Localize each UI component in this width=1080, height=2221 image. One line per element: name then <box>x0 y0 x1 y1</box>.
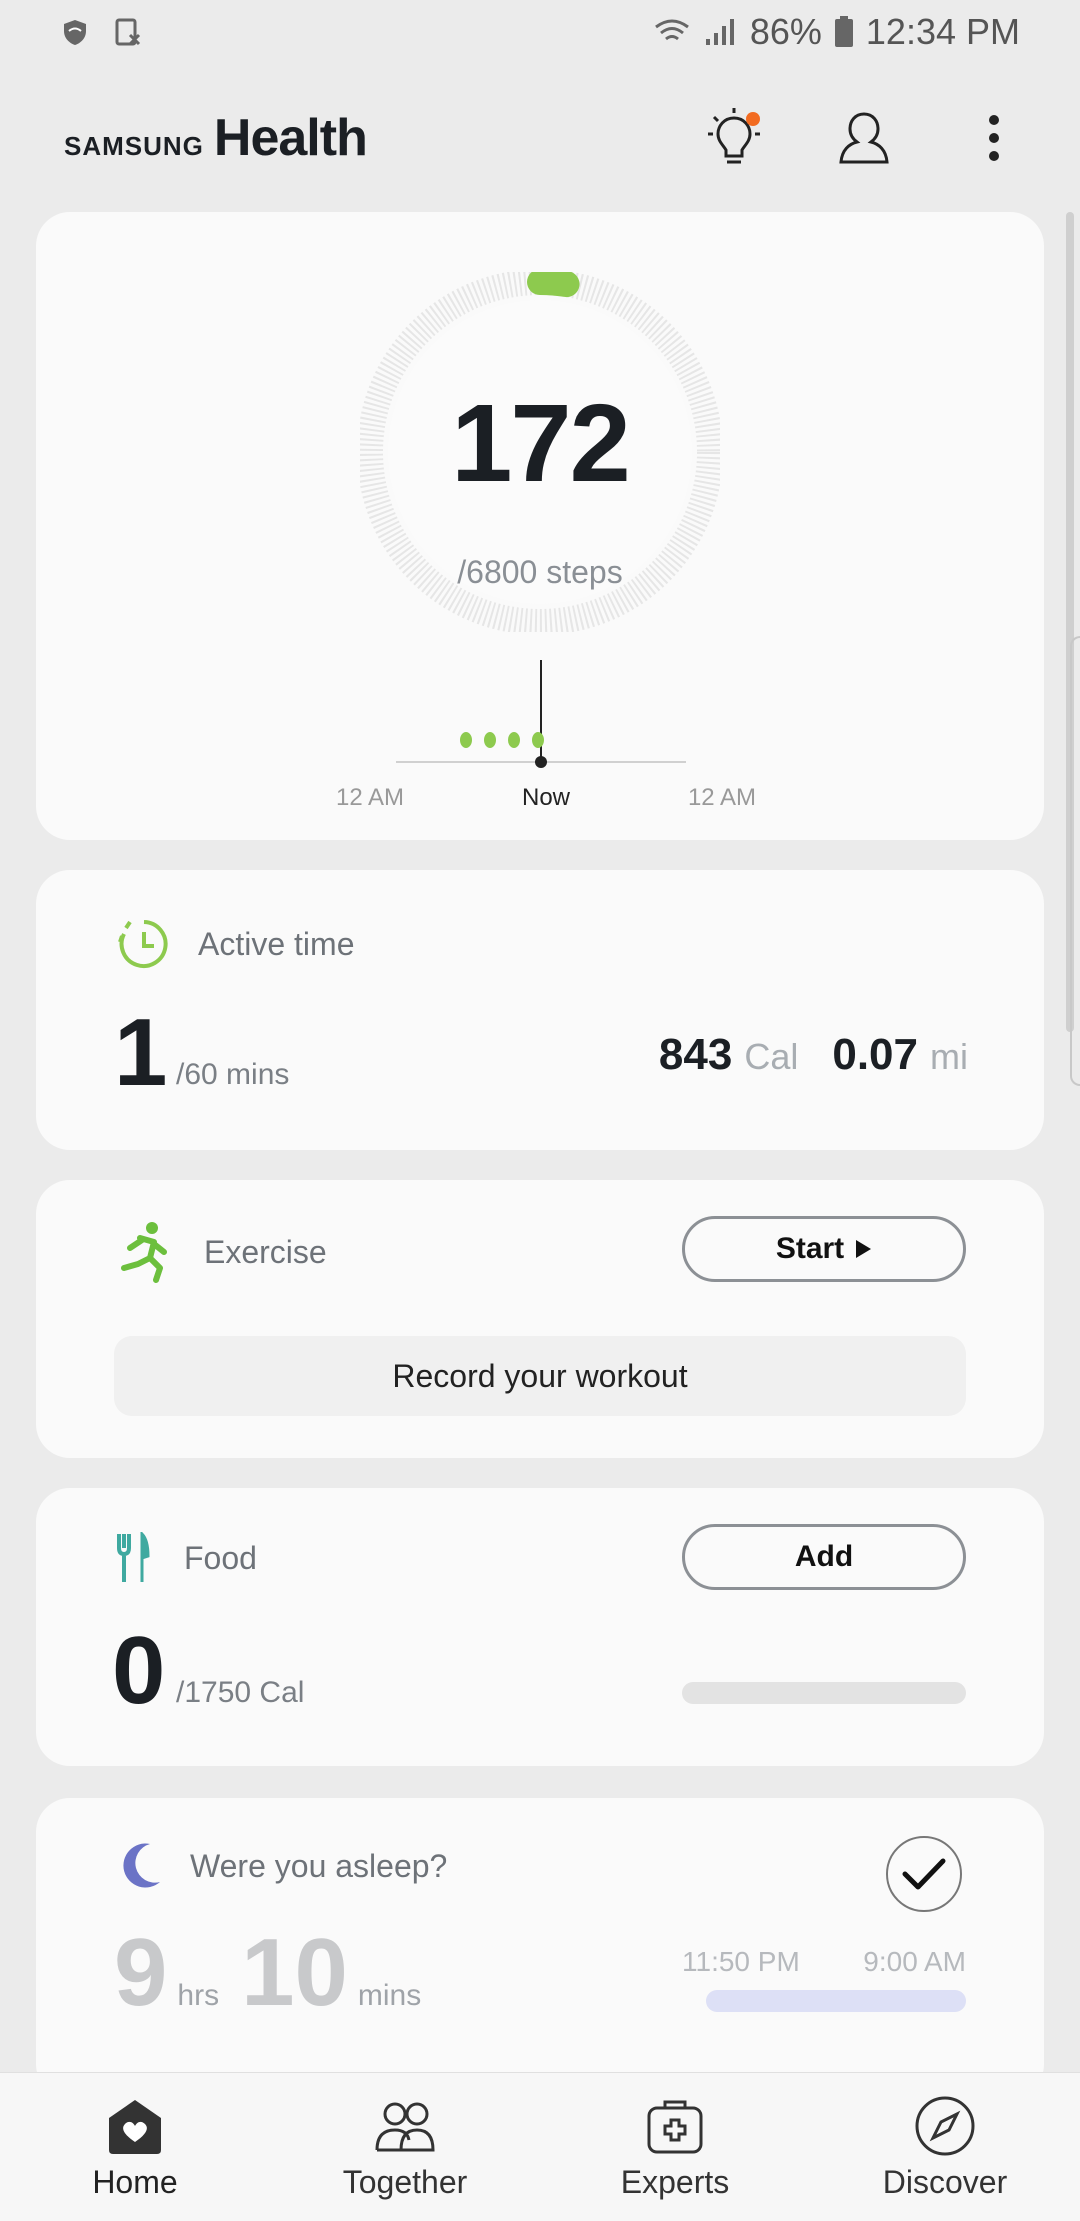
active-time-card[interactable]: Active time 1 /60 mins 843 Cal 0.07 mi <box>36 870 1044 1150</box>
tips-button[interactable] <box>704 108 764 168</box>
sleep-card[interactable]: Were you asleep? 9 hrs 10 mins 11:50 PM … <box>36 1798 1044 2098</box>
brand-health: Health <box>213 109 368 167</box>
nav-home[interactable]: Home <box>25 2094 245 2201</box>
home-heart-icon <box>109 2099 161 2154</box>
bottom-navigation: Home Together Experts Discover <box>0 2072 1080 2221</box>
sleep-header: Were you asleep? <box>116 1840 447 1892</box>
nav-discover[interactable]: Discover <box>835 2094 1055 2201</box>
calories-unit: Cal <box>744 1036 799 1077</box>
clock: 12:34 PM <box>865 11 1020 52</box>
battery-icon <box>834 16 853 47</box>
signal-icon <box>705 19 734 45</box>
sleep-times: 11:50 PM 9:00 AM <box>682 1946 966 1978</box>
active-time-value: 1 <box>114 999 168 1106</box>
nav-discover-label: Discover <box>882 2163 1008 2200</box>
add-food-button[interactable]: Add <box>682 1524 966 1590</box>
people-icon <box>375 2102 435 2151</box>
steps-ring: 172 /6800 steps <box>357 269 723 635</box>
steps-card[interactable]: 172 /6800 steps 12 AM Now 12 AM <box>36 212 1044 840</box>
profile-button[interactable] <box>834 108 894 168</box>
sleep-range-bar <box>706 1990 966 2012</box>
more-vertical-icon <box>989 115 999 161</box>
exercise-card[interactable]: Exercise Start Record your workout <box>36 1180 1044 1458</box>
active-time-header: Active time <box>116 916 354 972</box>
sleep-duration: 9 hrs 10 mins <box>114 1918 433 2028</box>
nav-experts[interactable]: Experts <box>565 2094 785 2201</box>
distance-unit: mi <box>930 1036 968 1077</box>
food-header: Food <box>116 1532 257 1584</box>
wifi-icon <box>654 19 689 41</box>
running-icon <box>121 1222 167 1283</box>
start-label: Start <box>775 1232 845 1265</box>
active-stats: 843 Cal 0.07 mi <box>659 1030 968 1080</box>
app-logo: SAMSUNG Health <box>64 108 368 168</box>
confirm-sleep-button[interactable] <box>886 1836 962 1912</box>
food-unit: /1750 Cal <box>176 1676 305 1709</box>
sleep-title: Were you asleep? <box>190 1847 448 1884</box>
fork-knife-icon <box>117 1532 150 1582</box>
add-label: Add <box>794 1540 854 1573</box>
exercise-title: Exercise <box>204 1233 327 1270</box>
sleep-start-time: 11:50 PM <box>682 1946 800 1977</box>
sleep-hours: 9 <box>114 1919 168 2026</box>
nav-experts-label: Experts <box>620 2163 730 2200</box>
shield-wifi-icon <box>64 20 86 45</box>
distance-value: 0.07 <box>832 1030 918 1079</box>
nav-together-label: Together <box>342 2163 468 2200</box>
food-value: 0 <box>112 1617 166 1724</box>
active-time-unit: /60 mins <box>176 1058 290 1091</box>
calories-value: 843 <box>658 1030 733 1079</box>
timeline-end-label: 12 AM <box>687 784 756 811</box>
moon-icon <box>123 1843 160 1888</box>
sleep-minutes: 10 <box>241 1919 348 2026</box>
steps-goal: /6800 steps <box>457 554 623 590</box>
exercise-header: Exercise <box>116 1220 327 1284</box>
profile-icon <box>839 112 889 164</box>
sleep-hours-unit: hrs <box>177 1979 220 2012</box>
more-options-button[interactable] <box>964 108 1024 168</box>
medical-kit-icon <box>647 2100 703 2153</box>
status-bar: 86% 12:34 PM <box>0 0 1080 64</box>
record-workout-button[interactable]: Record your workout <box>114 1336 966 1416</box>
timer-icon <box>118 920 168 968</box>
notification-badge <box>746 112 760 126</box>
edge-panel-handle[interactable] <box>1070 636 1080 1086</box>
checkmark-icon <box>902 1858 946 1890</box>
nav-together[interactable]: Together <box>295 2094 515 2201</box>
timeline-labels: 12 AM Now 12 AM <box>336 784 756 812</box>
food-progress-bar <box>682 1682 966 1704</box>
play-icon <box>856 1240 872 1258</box>
active-time-title: Active time <box>198 925 355 962</box>
compass-icon <box>915 2096 975 2155</box>
steps-timeline <box>396 660 686 768</box>
sleep-end-time: 9:00 AM <box>863 1946 966 1977</box>
app-header: SAMSUNG Health <box>0 96 1080 180</box>
brand-samsung: SAMSUNG <box>64 131 204 161</box>
timeline-now-label: Now <box>521 784 570 811</box>
sim-off-icon <box>115 18 141 46</box>
food-card[interactable]: Food Add 0 /1750 Cal <box>36 1488 1044 1766</box>
start-exercise-button[interactable]: Start <box>682 1216 966 1282</box>
nav-home-label: Home <box>92 2163 178 2200</box>
timeline-start-label: 12 AM <box>336 784 405 811</box>
food-title: Food <box>184 1539 257 1576</box>
sleep-minutes-unit: mins <box>357 1979 422 2012</box>
battery-percent: 86% <box>749 11 822 52</box>
steps-count: 172 <box>451 382 631 505</box>
